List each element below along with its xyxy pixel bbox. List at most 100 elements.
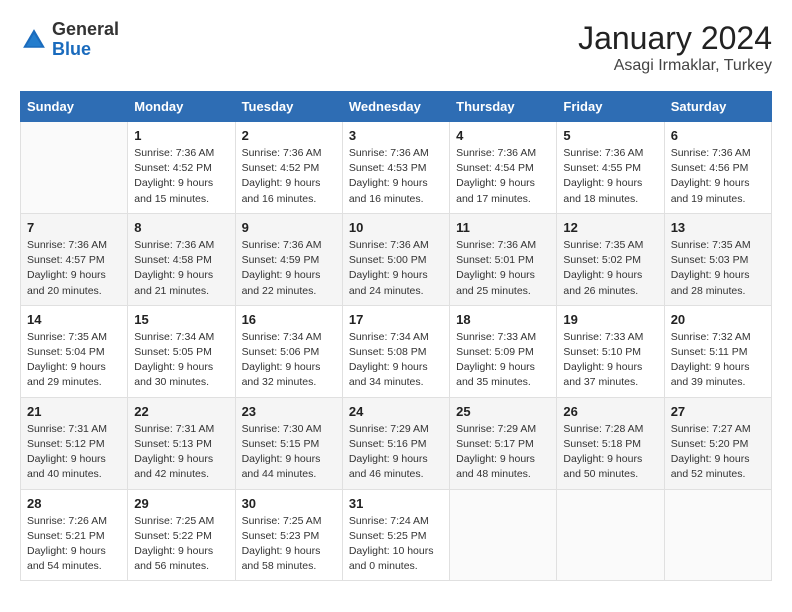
calendar-cell: 22 Sunrise: 7:31 AMSunset: 5:13 PMDayligh… [128,397,235,489]
calendar-cell: 7 Sunrise: 7:36 AMSunset: 4:57 PMDaylight… [21,213,128,305]
calendar-week-row: 28Sunrise: 7:26 AMSunset: 5:21 PMDayligh… [21,489,772,581]
weekday-header: Tuesday [235,92,342,122]
page-header: General Blue January 2024 Asagi Irmaklar… [20,20,772,75]
calendar-cell: 5 Sunrise: 7:36 AMSunset: 4:55 PMDaylight… [557,122,664,214]
weekday-header: Sunday [21,92,128,122]
day-info: Sunrise: 7:35 AMSunset: 5:04 PMDaylight:… [27,330,121,391]
day-info: Sunrise: 7:36 AMSunset: 4:56 PMDaylight:… [671,146,765,207]
day-number: 6 [671,128,765,143]
calendar-cell [664,489,771,581]
calendar-week-row: 7 Sunrise: 7:36 AMSunset: 4:57 PMDaylight… [21,213,772,305]
calendar-cell [21,122,128,214]
weekday-header: Friday [557,92,664,122]
day-info: Sunrise: 7:36 AMSunset: 4:58 PMDaylight:… [134,238,228,299]
day-info: Sunrise: 7:34 AMSunset: 5:05 PMDaylight:… [134,330,228,391]
day-info: Sunrise: 7:34 AMSunset: 5:06 PMDaylight:… [242,330,336,391]
calendar-cell [450,489,557,581]
day-number: 22 [134,404,228,419]
day-info: Sunrise: 7:32 AMSunset: 5:11 PMDaylight:… [671,330,765,391]
weekday-header: Wednesday [342,92,449,122]
calendar-cell: 12Sunrise: 7:35 AMSunset: 5:02 PMDayligh… [557,213,664,305]
calendar-cell: 27Sunrise: 7:27 AMSunset: 5:20 PMDayligh… [664,397,771,489]
page-title: January 2024 [578,20,772,57]
day-number: 16 [242,312,336,327]
calendar-cell: 23 Sunrise: 7:30 AMSunset: 5:15 PMDayligh… [235,397,342,489]
calendar-cell: 17 Sunrise: 7:34 AMSunset: 5:08 PMDayligh… [342,305,449,397]
day-number: 4 [456,128,550,143]
calendar-cell: 28Sunrise: 7:26 AMSunset: 5:21 PMDayligh… [21,489,128,581]
day-info: Sunrise: 7:31 AMSunset: 5:12 PMDaylight:… [27,422,121,483]
calendar-cell: 31 Sunrise: 7:24 AMSunset: 5:25 PMDayligh… [342,489,449,581]
calendar-cell: 29 Sunrise: 7:25 AMSunset: 5:22 PMDayligh… [128,489,235,581]
calendar-cell [557,489,664,581]
day-number: 27 [671,404,765,419]
calendar-cell: 20 Sunrise: 7:32 AMSunset: 5:11 PMDayligh… [664,305,771,397]
day-info: Sunrise: 7:30 AMSunset: 5:15 PMDaylight:… [242,422,336,483]
day-info: Sunrise: 7:29 AMSunset: 5:17 PMDaylight:… [456,422,550,483]
calendar-week-row: 1 Sunrise: 7:36 AMSunset: 4:52 PMDaylight… [21,122,772,214]
day-number: 15 [134,312,228,327]
day-info: Sunrise: 7:36 AMSunset: 4:54 PMDaylight:… [456,146,550,207]
calendar-cell: 13 Sunrise: 7:35 AMSunset: 5:03 PMDayligh… [664,213,771,305]
day-number: 13 [671,220,765,235]
day-info: Sunrise: 7:24 AMSunset: 5:25 PMDaylight:… [349,514,443,575]
calendar-cell: 8 Sunrise: 7:36 AMSunset: 4:58 PMDaylight… [128,213,235,305]
day-info: Sunrise: 7:34 AMSunset: 5:08 PMDaylight:… [349,330,443,391]
calendar-week-row: 14 Sunrise: 7:35 AMSunset: 5:04 PMDayligh… [21,305,772,397]
day-number: 30 [242,496,336,511]
day-number: 28 [27,496,121,511]
day-info: Sunrise: 7:36 AMSunset: 4:55 PMDaylight:… [563,146,657,207]
calendar-cell: 16 Sunrise: 7:34 AMSunset: 5:06 PMDayligh… [235,305,342,397]
day-number: 25 [456,404,550,419]
calendar-cell: 21Sunrise: 7:31 AMSunset: 5:12 PMDayligh… [21,397,128,489]
day-number: 23 [242,404,336,419]
day-info: Sunrise: 7:35 AMSunset: 5:02 PMDaylight:… [563,238,657,299]
day-info: Sunrise: 7:25 AMSunset: 5:22 PMDaylight:… [134,514,228,575]
calendar-week-row: 21Sunrise: 7:31 AMSunset: 5:12 PMDayligh… [21,397,772,489]
day-number: 9 [242,220,336,235]
calendar-cell: 25 Sunrise: 7:29 AMSunset: 5:17 PMDayligh… [450,397,557,489]
logo: General Blue [20,20,119,60]
calendar-cell: 4 Sunrise: 7:36 AMSunset: 4:54 PMDaylight… [450,122,557,214]
day-info: Sunrise: 7:33 AMSunset: 5:09 PMDaylight:… [456,330,550,391]
calendar-table: SundayMondayTuesdayWednesdayThursdayFrid… [20,91,772,581]
calendar-cell: 11Sunrise: 7:36 AMSunset: 5:01 PMDayligh… [450,213,557,305]
day-info: Sunrise: 7:29 AMSunset: 5:16 PMDaylight:… [349,422,443,483]
day-info: Sunrise: 7:36 AMSunset: 5:00 PMDaylight:… [349,238,443,299]
day-number: 1 [134,128,228,143]
calendar-cell: 3 Sunrise: 7:36 AMSunset: 4:53 PMDaylight… [342,122,449,214]
weekday-header: Monday [128,92,235,122]
calendar-cell: 24 Sunrise: 7:29 AMSunset: 5:16 PMDayligh… [342,397,449,489]
day-number: 2 [242,128,336,143]
day-info: Sunrise: 7:31 AMSunset: 5:13 PMDaylight:… [134,422,228,483]
day-number: 5 [563,128,657,143]
day-info: Sunrise: 7:28 AMSunset: 5:18 PMDaylight:… [563,422,657,483]
calendar-cell: 1Sunrise: 7:36 AMSunset: 4:52 PMDaylight… [128,122,235,214]
day-number: 3 [349,128,443,143]
day-number: 29 [134,496,228,511]
day-number: 24 [349,404,443,419]
day-info: Sunrise: 7:25 AMSunset: 5:23 PMDaylight:… [242,514,336,575]
logo-icon [20,26,48,54]
weekday-header: Thursday [450,92,557,122]
calendar-cell: 19Sunrise: 7:33 AMSunset: 5:10 PMDayligh… [557,305,664,397]
calendar-cell: 9Sunrise: 7:36 AMSunset: 4:59 PMDaylight… [235,213,342,305]
day-info: Sunrise: 7:35 AMSunset: 5:03 PMDaylight:… [671,238,765,299]
day-info: Sunrise: 7:36 AMSunset: 4:57 PMDaylight:… [27,238,121,299]
calendar-cell: 15 Sunrise: 7:34 AMSunset: 5:05 PMDayligh… [128,305,235,397]
page-subtitle: Asagi Irmaklar, Turkey [578,57,772,75]
calendar-cell: 18Sunrise: 7:33 AMSunset: 5:09 PMDayligh… [450,305,557,397]
day-info: Sunrise: 7:36 AMSunset: 4:52 PMDaylight:… [242,146,336,207]
day-number: 19 [563,312,657,327]
day-number: 8 [134,220,228,235]
calendar-cell: 26Sunrise: 7:28 AMSunset: 5:18 PMDayligh… [557,397,664,489]
day-info: Sunrise: 7:36 AMSunset: 4:53 PMDaylight:… [349,146,443,207]
day-number: 14 [27,312,121,327]
weekday-header: Saturday [664,92,771,122]
day-number: 17 [349,312,443,327]
title-block: January 2024 Asagi Irmaklar, Turkey [578,20,772,75]
day-number: 20 [671,312,765,327]
day-number: 31 [349,496,443,511]
day-number: 7 [27,220,121,235]
logo-general: General [52,20,119,40]
